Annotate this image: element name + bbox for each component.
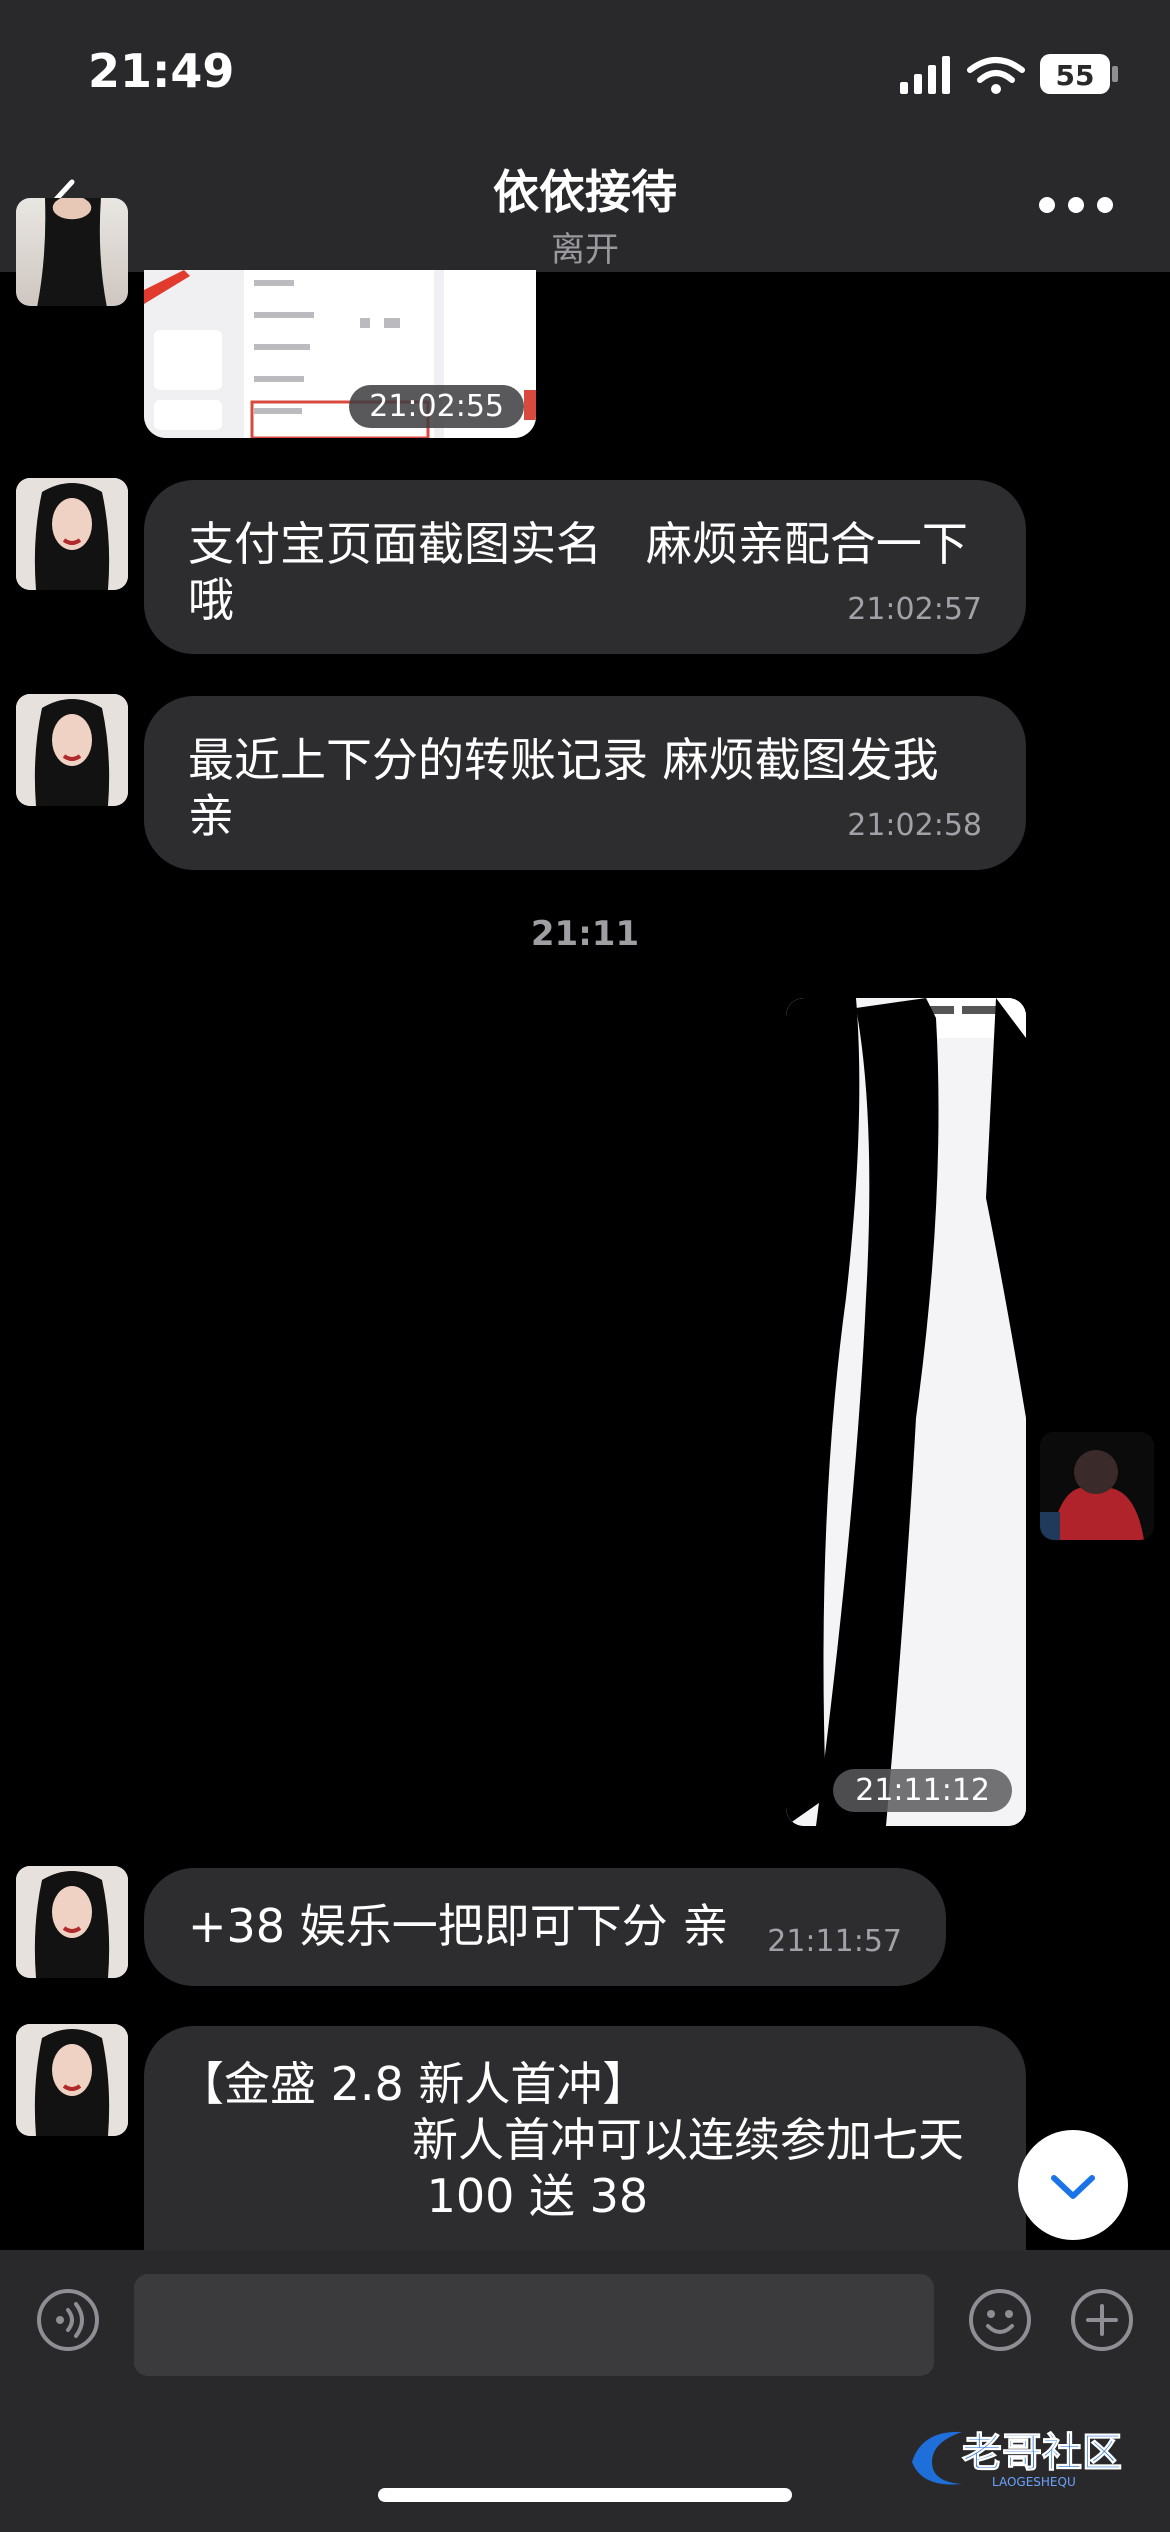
watermark-logo: 老哥社区 LAOGESHEQU <box>912 2430 1123 2489</box>
avatar[interactable] <box>16 694 128 806</box>
avatar[interactable] <box>16 198 128 306</box>
image-timestamp: 21:11:12 <box>833 1769 1012 1812</box>
avatar[interactable] <box>16 1866 128 1978</box>
voice-icon[interactable] <box>36 2288 100 2352</box>
battery-level: 55 <box>1056 59 1095 92</box>
watermark-text: 老哥社区 <box>962 2430 1122 2476</box>
chat-title: 依依接待 <box>493 165 677 219</box>
message-time: 21:02:58 <box>847 808 982 843</box>
received-image[interactable]: 21:02:55 <box>144 270 536 438</box>
message-input[interactable] <box>134 2274 934 2376</box>
avatar[interactable] <box>16 478 128 590</box>
contact-status: 离开 <box>551 230 619 270</box>
sent-image[interactable]: 21:11:12 <box>786 998 1026 1826</box>
message-time: 21:11:57 <box>767 1924 902 1959</box>
home-indicator[interactable] <box>378 2488 792 2502</box>
status-time: 21:49 <box>88 44 235 98</box>
message-bubble[interactable]: +38 娱乐一把即可下分 亲 21:11:57 <box>144 1868 946 1986</box>
message-text: 【金盛 2.8 新人首冲】 新人首冲可以连续参加七天 100 送 38 <box>178 2057 964 2223</box>
message-bubble[interactable]: 支付宝页面截图实名 麻烦亲配合一下哦 21:02:57 <box>144 480 1026 654</box>
emoji-icon[interactable] <box>968 2288 1032 2352</box>
chevron-down-icon <box>1051 2175 1095 2199</box>
status-icons: 55 <box>900 54 1118 94</box>
time-divider: 21:11 <box>530 914 640 954</box>
more-icon[interactable] <box>1038 196 1114 214</box>
chat-header: 21:49 55 依依接待 离开 <box>0 0 1170 272</box>
my-avatar[interactable] <box>1040 1432 1154 1540</box>
plus-icon[interactable] <box>1070 2288 1134 2352</box>
avatar[interactable] <box>16 2024 128 2136</box>
input-bar: 老哥社区 LAOGESHEQU <box>0 2250 1170 2532</box>
message-time: 21:02:57 <box>847 592 982 627</box>
message-bubble[interactable]: 最近上下分的转账记录 麻烦截图发我 亲 21:02:58 <box>144 696 1026 870</box>
scroll-to-bottom-button[interactable] <box>1018 2130 1128 2240</box>
watermark-subtext: LAOGESHEQU <box>992 2475 1076 2489</box>
image-timestamp: 21:02:55 <box>349 385 524 428</box>
